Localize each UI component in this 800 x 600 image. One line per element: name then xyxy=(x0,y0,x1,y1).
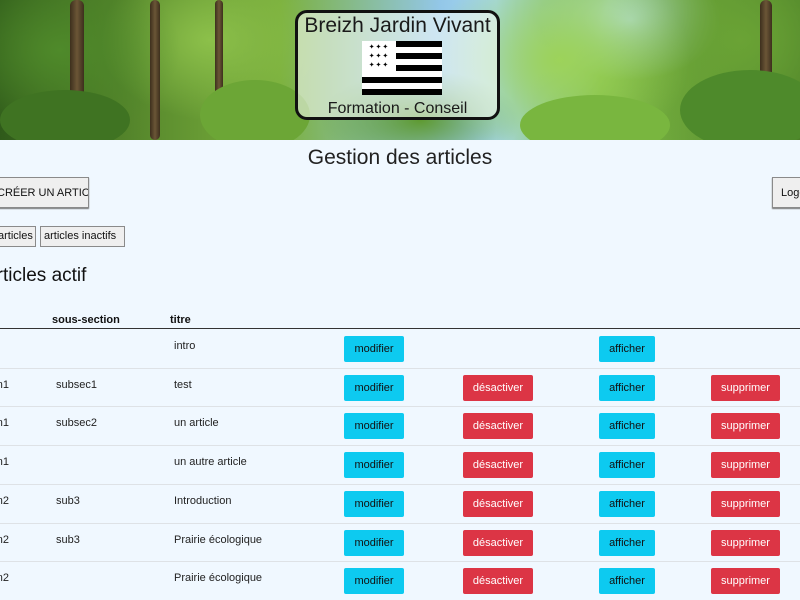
row-divider xyxy=(0,445,800,447)
edit-button[interactable]: modifier xyxy=(344,529,404,556)
edit-button[interactable]: modifier xyxy=(344,490,404,517)
logo-title: Breizh Jardin Vivant xyxy=(304,14,491,37)
logo-subtitle: Formation - Conseil xyxy=(327,100,468,117)
cell-title: un autre article xyxy=(174,456,247,469)
table-header-divider xyxy=(0,328,800,329)
row-divider xyxy=(0,561,800,563)
delete-button[interactable]: supprimer xyxy=(711,413,780,440)
cell-section: section1 xyxy=(0,417,9,430)
cell-title: test xyxy=(174,378,192,391)
show-button[interactable]: afficher xyxy=(599,413,655,440)
cell-section: section2 xyxy=(0,494,9,507)
cell-subsection: sub3 xyxy=(56,494,80,507)
page-title: Gestion des articles xyxy=(307,146,493,169)
active-articles-filter-button[interactable]: articles actifs xyxy=(0,226,36,247)
cell-section: section1 xyxy=(0,456,9,469)
header-banner: Breizh Jardin Vivant ✦✦✦ ✦✦✦ ✦✦✦ Formation… xyxy=(0,0,800,140)
tree-trunk-decoration xyxy=(150,0,160,140)
row-divider xyxy=(0,367,800,369)
cell-subsection: sub3 xyxy=(56,533,80,546)
show-button[interactable]: afficher xyxy=(599,336,655,362)
cell-section: section2 xyxy=(0,572,9,585)
breton-flag-icon: ✦✦✦ ✦✦✦ ✦✦✦ xyxy=(362,41,442,95)
delete-button[interactable]: supprimer xyxy=(711,452,780,479)
deactivate-button[interactable]: désactiver xyxy=(463,568,533,595)
edit-button[interactable]: modifier xyxy=(344,413,404,440)
cell-section: section1 xyxy=(0,378,9,391)
inactive-articles-filter-button[interactable]: articles inactifs xyxy=(40,226,125,247)
foliage-decoration xyxy=(0,90,130,140)
cell-title: un article xyxy=(174,417,219,430)
edit-button[interactable]: modifier xyxy=(344,336,404,362)
deactivate-button[interactable]: désactiver xyxy=(463,529,533,556)
show-button[interactable]: afficher xyxy=(599,529,655,556)
cell-subsection: subsec2 xyxy=(56,417,97,430)
show-button[interactable]: afficher xyxy=(599,374,655,401)
edit-button[interactable]: modifier xyxy=(344,568,404,595)
cell-title: Prairie écologique xyxy=(174,572,263,585)
deactivate-button[interactable]: désactiver xyxy=(463,413,533,440)
cell-title: Introduction xyxy=(174,494,232,507)
row-divider xyxy=(0,522,800,524)
logout-button[interactable]: Logout xyxy=(772,177,800,208)
edit-button[interactable]: modifier xyxy=(344,374,404,401)
edit-button[interactable]: modifier xyxy=(344,452,404,479)
show-button[interactable]: afficher xyxy=(599,568,655,595)
foliage-decoration xyxy=(680,70,800,140)
delete-button[interactable]: supprimer xyxy=(711,568,780,595)
column-header-title: titre xyxy=(170,314,191,326)
section-title: Articles actif xyxy=(0,265,87,286)
deactivate-button[interactable]: désactiver xyxy=(463,490,533,517)
deactivate-button[interactable]: désactiver xyxy=(463,452,533,479)
create-article-button[interactable]: CRÉER UN ARTICLE xyxy=(0,177,89,208)
deactivate-button[interactable]: désactiver xyxy=(463,374,533,401)
row-divider xyxy=(0,483,800,485)
foliage-decoration xyxy=(520,95,670,140)
delete-button[interactable]: supprimer xyxy=(711,529,780,556)
cell-subsection: subsec1 xyxy=(56,378,97,391)
foliage-decoration xyxy=(200,80,310,140)
delete-button[interactable]: supprimer xyxy=(711,490,780,517)
cell-title: intro xyxy=(174,340,196,352)
cell-title: Prairie écologique xyxy=(174,533,263,546)
column-header-subsection: sous-section xyxy=(52,314,120,326)
site-logo[interactable]: Breizh Jardin Vivant ✦✦✦ ✦✦✦ ✦✦✦ Formation… xyxy=(295,10,500,120)
show-button[interactable]: afficher xyxy=(599,490,655,517)
show-button[interactable]: afficher xyxy=(599,452,655,479)
row-divider xyxy=(0,406,800,408)
delete-button[interactable]: supprimer xyxy=(711,374,780,401)
cell-section: section2 xyxy=(0,533,9,546)
